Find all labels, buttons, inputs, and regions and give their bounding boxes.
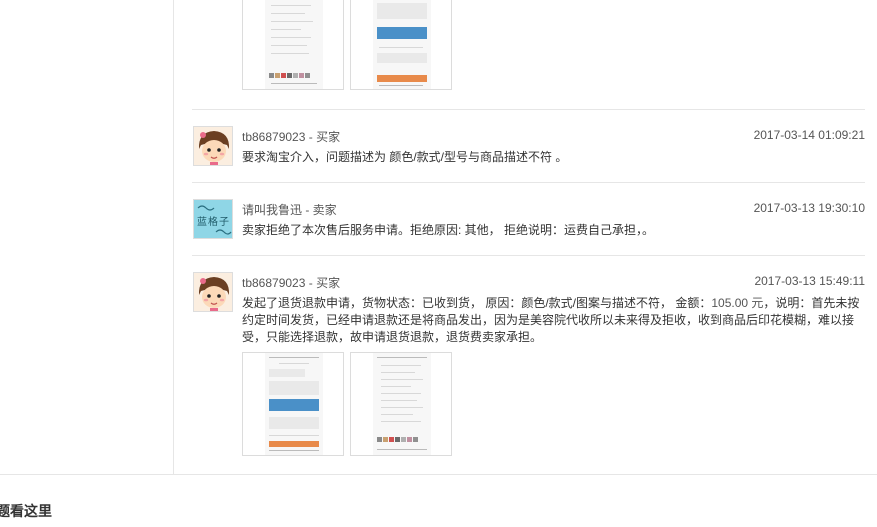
cartoon-girl-avatar-icon	[193, 272, 233, 312]
entry-username: 请叫我鲁迅 - 卖家	[242, 203, 337, 217]
phone-screenshot	[373, 0, 431, 89]
entry-timestamp: 2017-03-13 19:30:10	[753, 201, 865, 215]
entry-message: 发起了退货退款申请，货物状态：已收到货， 原因：颜色/款式/图案与描述不符， 金…	[242, 295, 865, 346]
attachment-thumbnail-2[interactable]	[350, 0, 452, 90]
calligraphy-avatar-icon: 蓝格子	[193, 199, 233, 239]
entry-username: tb86879023 - 买家	[242, 130, 341, 144]
entry-divider	[192, 109, 865, 110]
attachment-thumbnail-4[interactable]	[350, 352, 452, 456]
entry-message: 卖家拒绝了本次售后服务申请。拒绝原因: 其他， 拒绝说明：运费自己承担，。	[242, 223, 655, 237]
entry-divider	[192, 255, 865, 256]
attachment-thumbnail-3[interactable]	[242, 352, 344, 456]
avatar-calligraphy-text: 蓝格子	[197, 217, 230, 228]
entry-username: tb86879023 - 买家	[242, 276, 341, 290]
refund-amount: 105.00 元	[711, 296, 764, 310]
entry-timestamp: 2017-03-14 01:09:21	[753, 128, 865, 142]
entry-timestamp: 2017-03-13 15:49:11	[754, 274, 865, 288]
attachment-thumbnail-1[interactable]	[242, 0, 344, 90]
entry-message: 要求淘宝介入，问题描述为 颜色/款式/型号与商品描述不符 。	[242, 150, 568, 164]
cartoon-girl-avatar-icon	[193, 126, 233, 166]
left-column-divider	[173, 0, 174, 474]
entry-divider	[192, 182, 865, 183]
phone-screenshot	[265, 353, 323, 455]
section-divider	[0, 474, 877, 475]
phone-screenshot	[373, 353, 431, 455]
section-title: 题看这里	[0, 503, 52, 519]
message-text: 发起了退货退款申请，货物状态：已收到货， 原因：颜色/款式/图案与描述不符， 金…	[242, 296, 712, 310]
phone-screenshot	[265, 0, 323, 89]
